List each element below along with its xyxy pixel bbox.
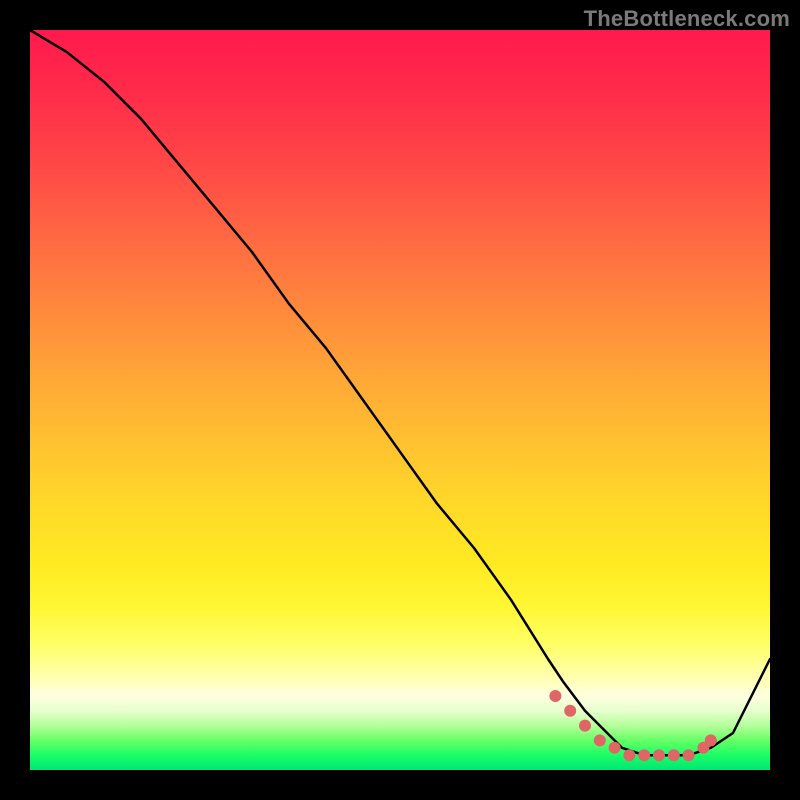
marker-dot: [668, 749, 680, 761]
marker-dot: [638, 749, 650, 761]
marker-dot: [623, 749, 635, 761]
marker-dot: [579, 720, 591, 732]
marker-dot: [609, 742, 621, 754]
watermark-text: TheBottleneck.com: [584, 6, 790, 32]
marker-dot: [683, 749, 695, 761]
bottleneck-curve: [30, 30, 770, 755]
marker-dot: [564, 705, 576, 717]
chart-frame: TheBottleneck.com: [0, 0, 800, 800]
highlight-markers: [549, 690, 716, 761]
marker-dot: [705, 734, 717, 746]
curve-svg: [30, 30, 770, 770]
plot-area: [30, 30, 770, 770]
marker-dot: [549, 690, 561, 702]
marker-dot: [594, 734, 606, 746]
marker-dot: [653, 749, 665, 761]
